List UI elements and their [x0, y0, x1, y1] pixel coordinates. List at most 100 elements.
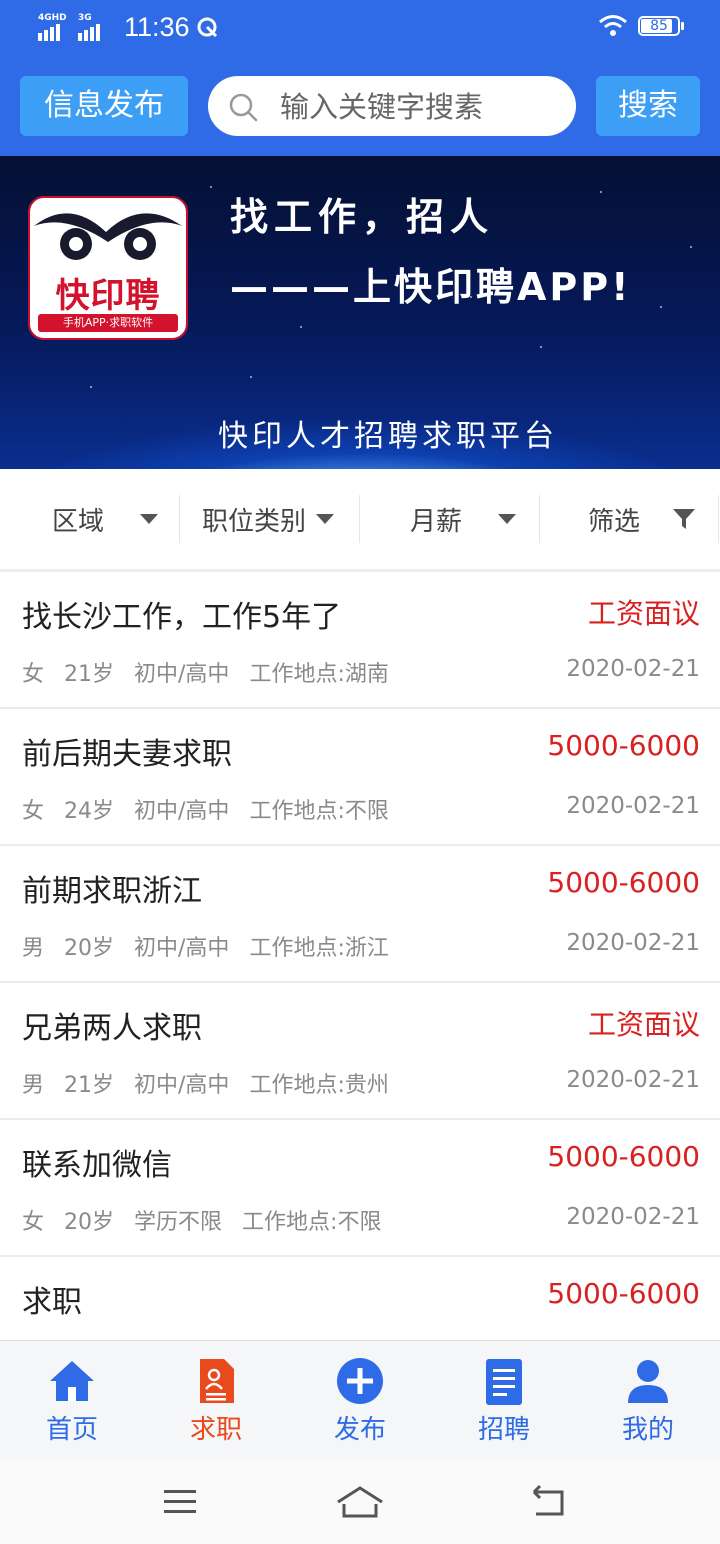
- search-button[interactable]: 搜索: [596, 76, 700, 136]
- listing-education: 学历不限: [134, 1210, 223, 1235]
- listing-title: 前后期夫妻求职: [22, 737, 232, 772]
- battery-icon: 85: [638, 16, 684, 36]
- filter-region[interactable]: 区域: [52, 495, 159, 543]
- battery-level: 85: [650, 18, 668, 34]
- listing-meta: 女 21岁 初中/高中 工作地点:湖南: [22, 656, 389, 688]
- status-bar: 4GHD 3G 11:36 85: [0, 0, 720, 58]
- network-label-2: 3G: [78, 12, 92, 23]
- search-input[interactable]: [278, 82, 562, 132]
- listing-education: 初中/高中: [134, 799, 230, 824]
- tab-label: 招聘: [477, 1415, 530, 1445]
- post-info-button[interactable]: 信息发布: [20, 76, 188, 136]
- owl-eyes-icon: [34, 213, 182, 260]
- clock: 11:36: [124, 12, 190, 42]
- tab-label: 我的: [621, 1415, 674, 1445]
- top-header: 信息发布 搜索: [0, 58, 720, 156]
- filter-label: 筛选: [588, 506, 641, 537]
- tab-job-seeking[interactable]: 求职: [144, 1341, 288, 1461]
- logo-title: 快印聘: [55, 276, 161, 316]
- list-item[interactable]: 联系加微信 5000-6000 女 20岁 学历不限 工作地点:不限 2020-…: [0, 1120, 720, 1257]
- funnel-icon: [673, 509, 696, 529]
- home-nav-icon[interactable]: [330, 1480, 390, 1524]
- listing-gender: 女: [22, 799, 45, 824]
- listing-meta: 女 24岁 初中/高中 工作地点:不限: [22, 793, 389, 825]
- listing-salary: 5000-6000: [547, 866, 700, 899]
- resume-icon: [200, 1359, 234, 1403]
- filter-label: 职位类别: [202, 506, 307, 537]
- listing-title: 兄弟两人求职: [22, 1011, 202, 1046]
- banner-headline-1: 找工作，招人: [230, 195, 495, 239]
- listing-location: 工作地点:贵州: [249, 1073, 389, 1098]
- listing-date: 2020-02-21: [566, 930, 700, 956]
- filter-label: 月薪: [410, 506, 463, 537]
- listing-location: 工作地点:不限: [242, 1210, 382, 1235]
- listing-title: 求职: [22, 1285, 82, 1320]
- list-item[interactable]: 找长沙工作，工作5年了 工资面议 女 21岁 初中/高中 工作地点:湖南 202…: [0, 572, 720, 709]
- listing-date: 2020-02-21: [566, 1204, 700, 1230]
- listing-gender: 男: [22, 1073, 45, 1098]
- listing-meta: 女 20岁 学历不限 工作地点:不限: [22, 1204, 381, 1236]
- listing-date: 2020-02-21: [566, 793, 700, 819]
- filter-job-category[interactable]: 职位类别: [202, 495, 335, 543]
- filter-salary[interactable]: 月薪: [410, 495, 517, 543]
- listing-gender: 女: [22, 1210, 45, 1235]
- tab-home[interactable]: 首页: [0, 1341, 144, 1461]
- app-logo: 快印聘 手机APP·求职软件: [28, 196, 188, 340]
- menu-icon[interactable]: [150, 1480, 210, 1524]
- filter-label: 区域: [52, 506, 105, 537]
- listing-salary: 5000-6000: [547, 1277, 700, 1310]
- listing-location: 工作地点:浙江: [249, 936, 389, 961]
- listing-education: 初中/高中: [134, 1073, 230, 1098]
- listing-salary: 工资面议: [587, 1008, 700, 1041]
- job-seeker-list: 找长沙工作，工作5年了 工资面议 女 21岁 初中/高中 工作地点:湖南 202…: [0, 572, 720, 1340]
- caret-down-icon: [140, 514, 159, 524]
- listing-title: 找长沙工作，工作5年了: [22, 600, 342, 635]
- bottom-tab-bar: 首页 求职 发布 招聘 我的: [0, 1340, 720, 1461]
- listing-age: 21岁: [64, 1073, 115, 1098]
- list-item[interactable]: 兄弟两人求职 工资面议 男 21岁 初中/高中 工作地点:贵州 2020-02-…: [0, 983, 720, 1120]
- logo-subtitle: 手机APP·求职软件: [38, 314, 178, 332]
- home-icon: [50, 1361, 94, 1401]
- tab-publish[interactable]: 发布: [288, 1341, 432, 1461]
- tab-recruit[interactable]: 招聘: [432, 1341, 576, 1461]
- tab-mine[interactable]: 我的: [576, 1341, 720, 1461]
- banner-headline-2: ———上快印聘APP!: [230, 265, 632, 309]
- listing-location: 工作地点:湖南: [249, 662, 389, 687]
- listing-education: 初中/高中: [134, 936, 230, 961]
- listing-education: 初中/高中: [134, 662, 230, 687]
- system-nav-bar: [0, 1460, 720, 1544]
- listing-salary: 工资面议: [587, 597, 700, 630]
- listing-age: 21岁: [64, 662, 115, 687]
- wifi-icon: [599, 15, 627, 36]
- tab-label: 首页: [45, 1415, 98, 1445]
- listing-age: 24岁: [64, 799, 115, 824]
- listing-salary: 5000-6000: [547, 729, 700, 762]
- listing-gender: 男: [22, 936, 45, 961]
- listing-salary: 5000-6000: [547, 1140, 700, 1173]
- list-item[interactable]: 前期求职浙江 5000-6000 男 20岁 初中/高中 工作地点:浙江 202…: [0, 846, 720, 983]
- listing-date: 2020-02-21: [566, 1067, 700, 1093]
- filter-more[interactable]: 筛选: [588, 495, 696, 543]
- status-right: 85: [598, 14, 684, 38]
- listing-age: 20岁: [64, 1210, 115, 1235]
- signal-icon-2: 3G: [78, 13, 112, 43]
- promo-banner[interactable]: 快印聘 手机APP·求职软件 找工作，招人 ———上快印聘APP! 快印人才招聘…: [0, 156, 720, 469]
- status-left: 4GHD 3G 11:36: [38, 12, 220, 43]
- search-box[interactable]: [208, 76, 576, 136]
- listing-title: 联系加微信: [22, 1148, 172, 1183]
- filter-bar: 区域 职位类别 月薪 筛选: [0, 469, 720, 572]
- search-icon: [229, 93, 258, 122]
- listing-gender: 女: [22, 662, 45, 687]
- plus-circle-icon: [337, 1358, 383, 1404]
- document-icon: [486, 1359, 522, 1405]
- tab-label: 发布: [333, 1415, 386, 1445]
- listing-age: 20岁: [64, 936, 115, 961]
- caret-down-icon: [316, 514, 335, 524]
- signal-icon: 4GHD: [38, 13, 72, 43]
- listing-meta: 男 20岁 初中/高中 工作地点:浙江: [22, 930, 389, 962]
- list-item[interactable]: 前后期夫妻求职 5000-6000 女 24岁 初中/高中 工作地点:不限 20…: [0, 709, 720, 846]
- back-icon[interactable]: [518, 1480, 578, 1524]
- network-label-1: 4GHD: [38, 12, 67, 23]
- list-item[interactable]: 求职 5000-6000: [0, 1257, 720, 1340]
- listing-title: 前期求职浙江: [22, 874, 202, 909]
